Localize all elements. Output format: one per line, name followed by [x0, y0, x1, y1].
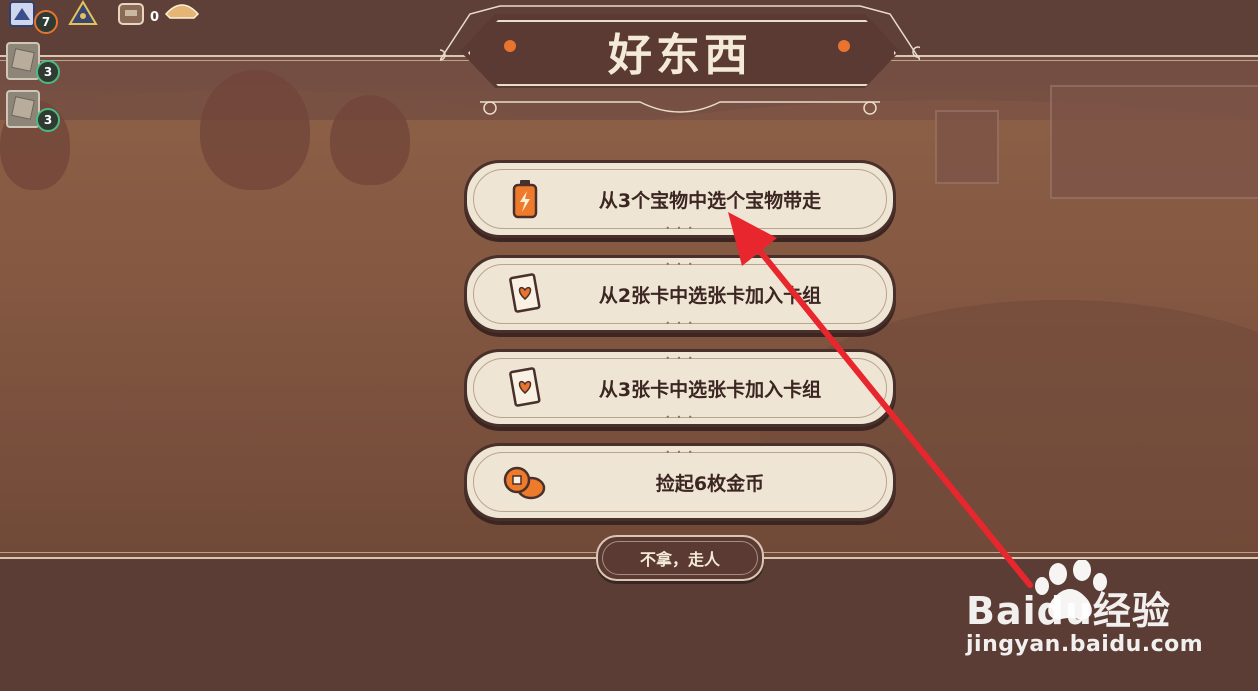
- heart-card-icon: [509, 273, 541, 313]
- title-banner: 好东西: [440, 0, 920, 120]
- gold-count: 0: [150, 10, 160, 25]
- wizard-hat-icon: [68, 0, 98, 25]
- option-pick-gold[interactable]: • • • 捡起6枚金币: [464, 443, 896, 521]
- option-label: 捡起6枚金币: [655, 472, 765, 495]
- option-label: 从3个宝物中选个宝物带走: [598, 189, 822, 212]
- relic-count-badge: 3: [36, 108, 60, 132]
- settings-button[interactable]: [164, 0, 200, 20]
- option-pick-card-3[interactable]: • • • • • • 从3张卡中选张卡加入卡组: [464, 349, 896, 427]
- relic-count-badge: 3: [36, 60, 60, 84]
- heart-card-icon: [509, 367, 541, 407]
- option-label: 从2张卡中选张卡加入卡组: [598, 284, 822, 307]
- map-button[interactable]: [66, 0, 100, 28]
- backpack-icon: [118, 3, 144, 25]
- relic-slot[interactable]: 3: [6, 42, 62, 84]
- gold-pouch[interactable]: 0: [116, 0, 166, 30]
- leave-label: 不拿，走人: [639, 550, 720, 569]
- option-label: 从3张卡中选张卡加入卡组: [598, 378, 822, 401]
- relic-icon: [6, 42, 40, 80]
- deck-count-badge: 7: [34, 10, 58, 34]
- watermark-brand: Baidu经验: [966, 589, 1171, 633]
- deck-button[interactable]: 7: [6, 0, 62, 34]
- leave-button[interactable]: 不拿，走人: [596, 535, 764, 581]
- option-pick-card-2[interactable]: • • • • • • 从2张卡中选张卡加入卡组: [464, 255, 896, 333]
- battery-relic-icon: [512, 180, 538, 219]
- gold-coins-icon: [503, 466, 546, 500]
- relic-slot[interactable]: 3: [6, 90, 62, 132]
- relic-icon: [6, 90, 40, 128]
- watermark-url: jingyan.baidu.com: [966, 632, 1204, 657]
- bread-icon: [164, 4, 200, 19]
- option-pick-relic[interactable]: • • • 从3个宝物中选个宝物带走: [464, 160, 896, 238]
- event-title: 好东西: [608, 30, 752, 81]
